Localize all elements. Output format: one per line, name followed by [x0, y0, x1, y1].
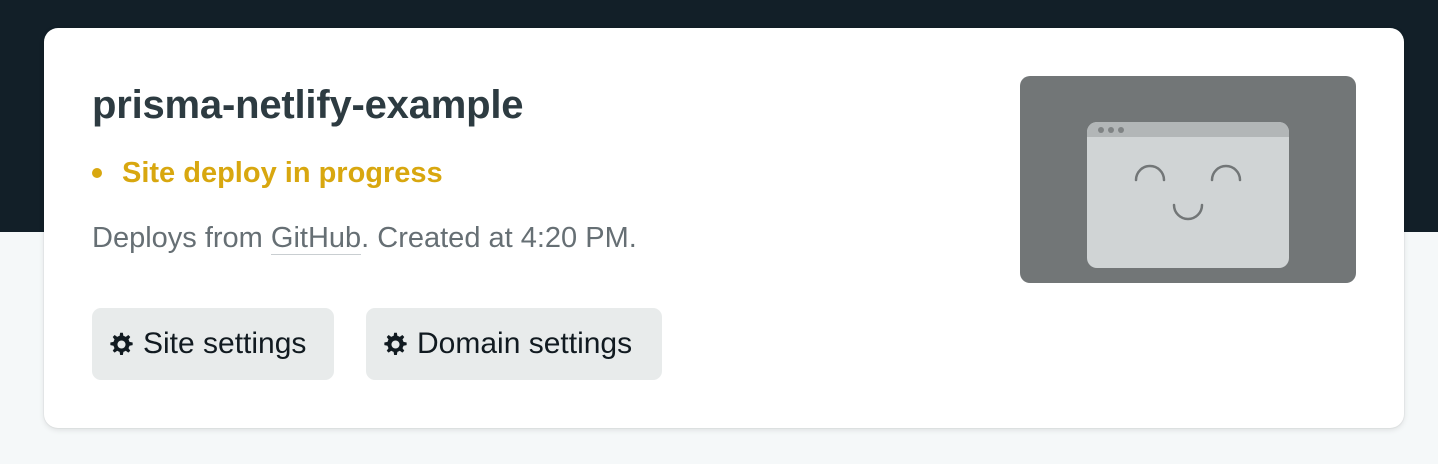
site-card: prisma-netlify-example Site deploy in pr… [44, 28, 1404, 428]
site-settings-label: Site settings [143, 327, 307, 360]
gear-icon [384, 332, 407, 355]
domain-settings-button[interactable]: Domain settings [366, 308, 662, 380]
deploy-status: Site deploy in progress [92, 153, 443, 193]
created-time: . Created at 4:20 PM. [361, 222, 637, 254]
deploy-prefix: Deploys from [92, 222, 271, 254]
site-preview-thumbnail[interactable] [1020, 76, 1356, 283]
domain-settings-label: Domain settings [417, 327, 633, 360]
github-link[interactable]: GitHub [270, 222, 362, 255]
status-dot-icon [92, 168, 102, 178]
smiling-browser-window-icon [1087, 122, 1289, 268]
site-settings-button[interactable]: Site settings [92, 308, 334, 380]
site-name-heading[interactable]: prisma-netlify-example [92, 80, 524, 130]
site-meta: Deploys from GitHub. Created at 4:20 PM. [92, 218, 637, 258]
deploy-status-label: Site deploy in progress [122, 157, 443, 189]
gear-icon [110, 332, 133, 355]
